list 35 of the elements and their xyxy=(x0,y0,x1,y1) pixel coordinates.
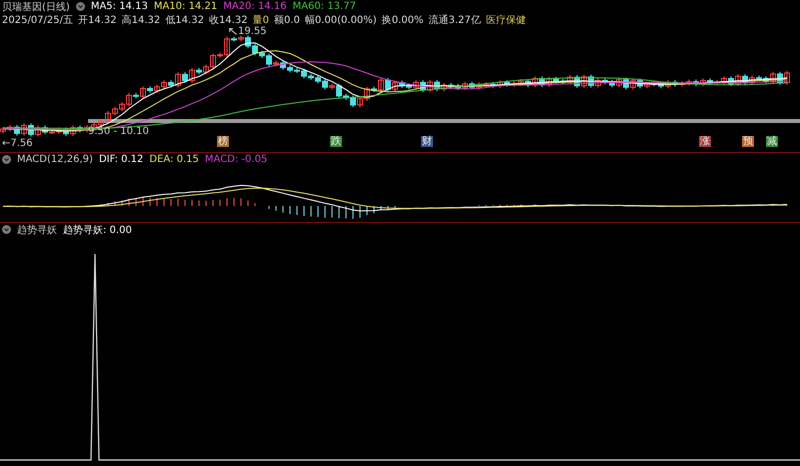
quote-value: 幅0.00(0.00%) xyxy=(304,14,377,26)
price-label: 19.55 xyxy=(238,26,267,37)
quote-value: 开14.32 xyxy=(78,14,117,26)
collapse-icon[interactable] xyxy=(2,225,11,234)
indicator-title: 趋势寻妖 xyxy=(17,224,57,236)
indicator-value: 趋势寻妖: 0.00 xyxy=(63,224,132,236)
quote-value: 高14.32 xyxy=(122,14,160,26)
chart-title: 贝瑞基因(日线) xyxy=(2,0,70,14)
collapse-icon[interactable] xyxy=(2,155,11,164)
quote-value: 量0 xyxy=(252,14,269,26)
quote-value: 流通3.27亿 xyxy=(428,14,481,26)
event-marker: 涨 xyxy=(699,136,711,147)
event-marker: 预 xyxy=(742,136,754,147)
quote-value: 低14.32 xyxy=(165,14,204,26)
arrow-icon xyxy=(229,28,237,35)
indicator-title: MACD(12,26,9) xyxy=(17,154,93,165)
quote-value: 额0.0 xyxy=(274,14,300,26)
quote-value: 医疗保健 xyxy=(486,14,526,26)
quote-value: 换0.00% xyxy=(382,14,424,26)
event-marker: 减 xyxy=(766,136,778,147)
event-marker: 跌 xyxy=(330,136,342,147)
price-label: ←7.56 xyxy=(2,138,33,149)
indicator-value: DIF: 0.12 xyxy=(98,154,144,165)
moving-average-value: MA10: 14.21 xyxy=(154,1,218,12)
moving-average-value: MA5: 14.13 xyxy=(90,1,148,12)
quote-value: 收14.32 xyxy=(208,14,248,26)
indicator-value: DEA: 0.15 xyxy=(149,154,199,165)
event-marker: 榜 xyxy=(217,136,229,147)
event-marker: 财 xyxy=(421,136,433,147)
quote-value: 2025/07/25/五 xyxy=(2,14,74,26)
moving-average-value: MA20: 14.16 xyxy=(223,1,287,12)
indicator-value: MACD: -0.05 xyxy=(204,154,268,165)
moving-average-value: MA60: 13.77 xyxy=(292,1,356,12)
collapse-icon[interactable] xyxy=(76,2,85,11)
price-label: 9.50 - 10.10 xyxy=(88,126,149,137)
